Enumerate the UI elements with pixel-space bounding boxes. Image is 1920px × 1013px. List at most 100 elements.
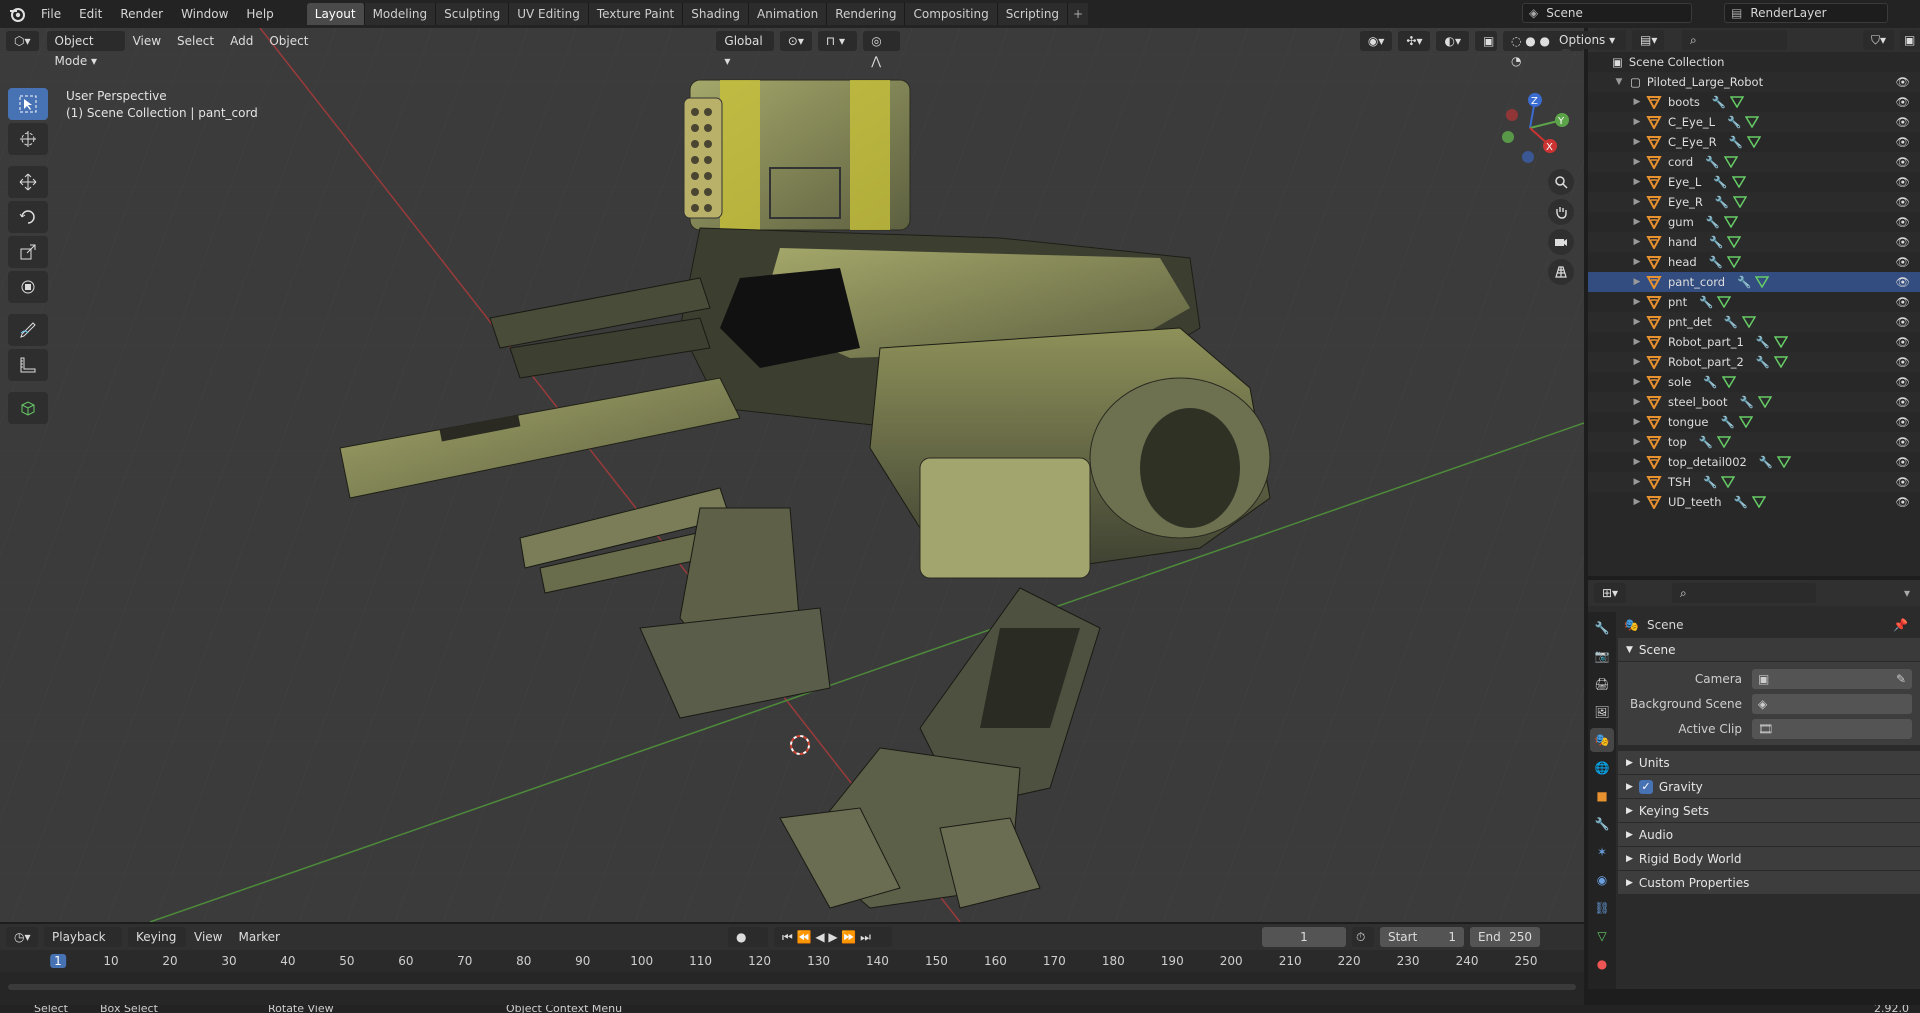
particles-tab-icon[interactable]: ✶	[1590, 840, 1614, 864]
modifier-wrench-icon[interactable]: 🔧	[1724, 315, 1738, 329]
collection-row[interactable]: ▼ ▢ Piloted_Large_Robot 👁	[1588, 72, 1920, 92]
scene-selector[interactable]: ◈ Scene	[1522, 3, 1692, 23]
gizmo-toggle-icon[interactable]: ✣▾	[1398, 31, 1431, 51]
outliner-item[interactable]: ▶ C_Eye_L 🔧 👁	[1588, 112, 1920, 132]
mesh-data-icon[interactable]	[1777, 456, 1792, 468]
expand-arrow-icon[interactable]: ▶	[1632, 257, 1642, 267]
move-tool[interactable]	[8, 166, 48, 198]
pin-icon[interactable]: 📌	[1893, 618, 1908, 632]
menu-edit[interactable]: Edit	[70, 3, 111, 25]
eye-icon[interactable]: 👁	[1895, 335, 1910, 349]
mesh-data-icon[interactable]	[1757, 396, 1772, 408]
eye-icon[interactable]: 👁	[1895, 195, 1910, 209]
eye-icon[interactable]: 👁	[1895, 95, 1910, 109]
modifier-wrench-icon[interactable]: 🔧	[1706, 215, 1720, 229]
eye-icon[interactable]: 👁	[1895, 475, 1910, 489]
current-frame-field[interactable]: 1	[1261, 927, 1346, 947]
render-tab-icon[interactable]: 📷	[1590, 644, 1614, 668]
keying-sets-panel-header[interactable]: ▶ Keying Sets	[1618, 799, 1920, 823]
eye-icon[interactable]: 👁	[1895, 395, 1910, 409]
view-layer-tab-icon[interactable]: 🖼	[1590, 700, 1614, 724]
xray-icon[interactable]: ▣	[1474, 31, 1497, 51]
outliner-item[interactable]: ▶ steel_boot 🔧 👁	[1588, 392, 1920, 412]
preview-range-icon[interactable]: ⏱	[1351, 927, 1374, 947]
active-clip-field[interactable]: 🎞	[1752, 718, 1912, 739]
modifier-wrench-icon[interactable]: 🔧	[1756, 355, 1770, 369]
navigation-gizmo[interactable]: Z Y X	[1490, 88, 1570, 168]
world-tab-icon[interactable]: 🌐	[1590, 756, 1614, 780]
units-panel-header[interactable]: ▶ Units	[1618, 751, 1920, 775]
cursor-tool[interactable]	[8, 123, 48, 155]
tool-settings-tab-icon[interactable]: 🔧	[1590, 616, 1614, 640]
timeline-body[interactable]	[0, 972, 1584, 1005]
transform-tool[interactable]	[8, 271, 48, 303]
eye-icon[interactable]: 👁	[1895, 135, 1910, 149]
modifier-wrench-icon[interactable]: 🔧	[1733, 495, 1747, 509]
collapse-icon[interactable]: ▾	[1904, 586, 1910, 600]
menu-render[interactable]: Render	[111, 3, 172, 25]
scene-collection-row[interactable]: ▣ Scene Collection	[1588, 52, 1920, 72]
scene-tab-icon[interactable]: 🎭	[1590, 728, 1614, 752]
mesh-data-icon[interactable]	[1724, 216, 1739, 228]
eye-icon[interactable]: 👁	[1895, 455, 1910, 469]
outliner-item[interactable]: ▶ top 🔧 👁	[1588, 432, 1920, 452]
timeline-editor-type[interactable]: ◷▾	[6, 927, 38, 947]
expand-arrow-icon[interactable]: ▶	[1632, 297, 1642, 307]
timeline-scrollbar[interactable]	[8, 984, 1576, 990]
visibility-icon[interactable]: ◉▾	[1359, 31, 1393, 51]
tab-animation[interactable]: Animation	[749, 3, 828, 25]
outliner-item[interactable]: ▶ pant_cord 🔧 👁	[1588, 272, 1920, 292]
playback-controls[interactable]: ⏮ ⏪ ◀ ▶ ⏩ ⏭	[773, 927, 892, 947]
expand-arrow-icon[interactable]: ▶	[1632, 337, 1642, 347]
annotate-tool[interactable]	[8, 314, 48, 346]
orientation-selector[interactable]: Global ▾	[716, 31, 774, 68]
zoom-icon[interactable]	[1548, 169, 1574, 195]
snap-icon[interactable]: ⊓ ▾	[817, 31, 858, 51]
outliner-item[interactable]: ▶ C_Eye_R 🔧 👁	[1588, 132, 1920, 152]
options-button[interactable]: Options ▾	[1551, 31, 1624, 49]
modifier-wrench-icon[interactable]: 🔧	[1759, 455, 1773, 469]
expand-arrow-icon[interactable]: ▶	[1632, 277, 1642, 287]
eye-icon[interactable]: 👁	[1895, 255, 1910, 269]
overlay-toggle-icon[interactable]: ◐▾	[1436, 31, 1469, 51]
eye-icon[interactable]: 👁	[1895, 295, 1910, 309]
tab-shading[interactable]: Shading	[683, 3, 749, 25]
outliner-item[interactable]: ▶ head 🔧 👁	[1588, 252, 1920, 272]
modifier-wrench-icon[interactable]: 🔧	[1737, 275, 1751, 289]
tab-uv-editing[interactable]: UV Editing	[509, 3, 589, 25]
modifier-wrench-icon[interactable]: 🔧	[1699, 435, 1713, 449]
tab-compositing[interactable]: Compositing	[905, 3, 998, 25]
frame-ruler[interactable]: 1 10 20 30 40 50 60 70 80 90 100 110 120 130 140 150 160…	[0, 950, 1584, 972]
eye-icon[interactable]: 👁	[1895, 315, 1910, 329]
outliner-item[interactable]: ▶ UD_teeth 🔧 👁	[1588, 492, 1920, 512]
eye-icon[interactable]: 👁	[1895, 275, 1910, 289]
mesh-data-icon[interactable]	[1774, 336, 1789, 348]
modifier-wrench-icon[interactable]: 🔧	[1727, 115, 1741, 129]
expand-arrow-icon[interactable]: ▶	[1632, 477, 1642, 487]
add-workspace-button[interactable]: +	[1068, 3, 1089, 25]
modifier-wrench-icon[interactable]: 🔧	[1712, 95, 1726, 109]
mesh-data-icon[interactable]	[1717, 296, 1732, 308]
eye-icon[interactable]: 👁	[1895, 415, 1910, 429]
menu-add[interactable]: Add	[222, 34, 261, 48]
modifier-wrench-icon[interactable]: 🔧	[1703, 375, 1717, 389]
expand-arrow-icon[interactable]: ▶	[1632, 137, 1642, 147]
expand-arrow-icon[interactable]: ▶	[1632, 457, 1642, 467]
tab-layout[interactable]: Layout	[306, 3, 365, 25]
audio-panel-header[interactable]: ▶ Audio	[1618, 823, 1920, 847]
object-tab-icon[interactable]: ■	[1590, 784, 1614, 808]
mesh-data-icon[interactable]	[1747, 136, 1761, 148]
mesh-data-icon[interactable]	[1727, 236, 1742, 248]
menu-select[interactable]: Select	[169, 34, 222, 48]
select-box-tool[interactable]	[8, 88, 48, 120]
outliner-item[interactable]: ▶ Eye_L 🔧 👁	[1588, 172, 1920, 192]
scene-panel-header[interactable]: ▼ Scene	[1618, 638, 1920, 662]
pan-hand-icon[interactable]	[1548, 199, 1574, 225]
eye-icon[interactable]: 👁	[1895, 75, 1910, 89]
outliner-display-mode[interactable]: ▤▾	[1632, 30, 1664, 50]
expand-arrow-icon[interactable]: ▶	[1632, 97, 1642, 107]
outliner-item[interactable]: ▶ sole 🔧 👁	[1588, 372, 1920, 392]
timeline-view-menu[interactable]: View	[186, 930, 230, 944]
modifier-wrench-icon[interactable]: 🔧	[1699, 295, 1713, 309]
mesh-data-icon[interactable]	[1717, 436, 1732, 448]
